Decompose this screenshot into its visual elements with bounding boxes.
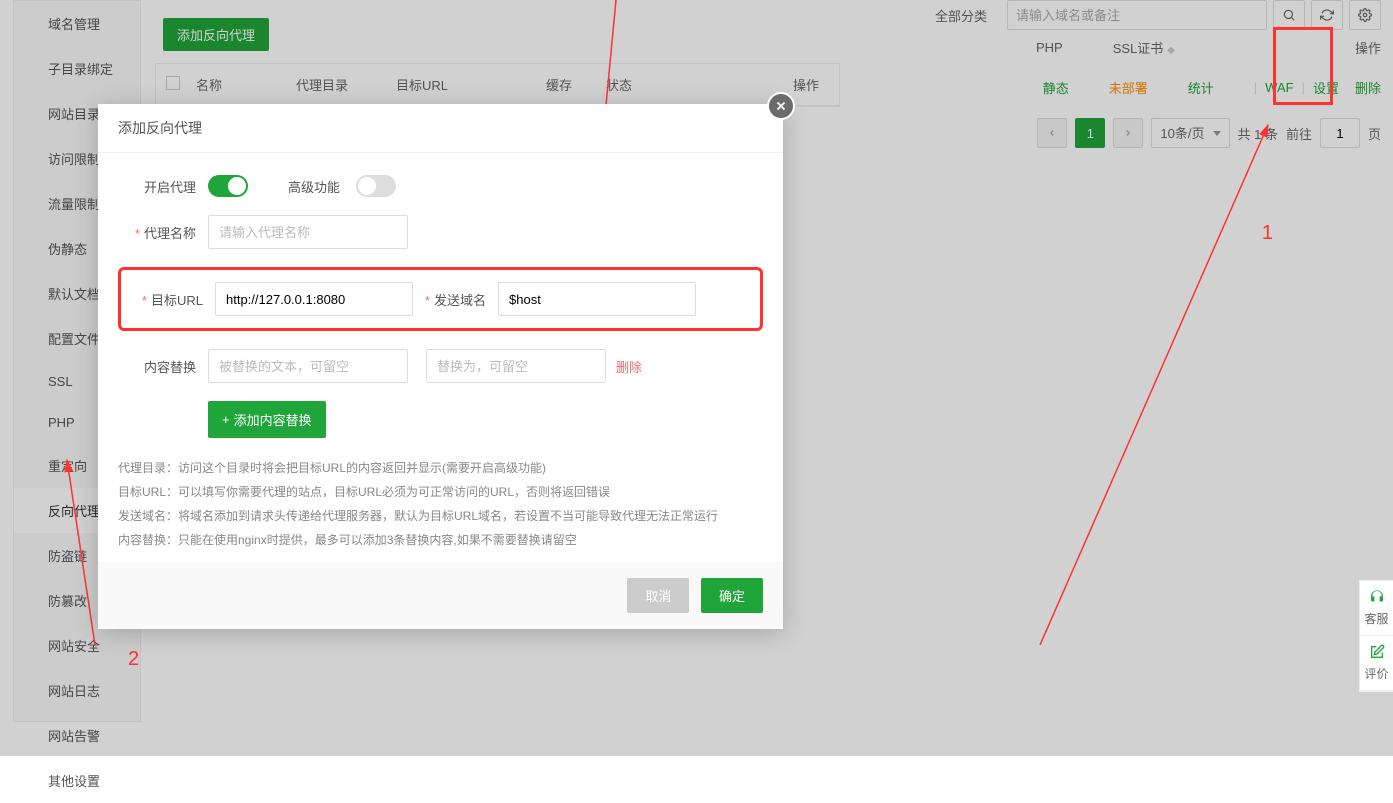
toggle-proxy[interactable] <box>208 175 248 197</box>
toggle-advanced[interactable] <box>356 175 396 197</box>
add-content-replace-button[interactable]: + 添加内容替换 <box>208 401 326 438</box>
sidebar-item-log[interactable]: 网站日志 <box>14 668 140 713</box>
col-target: 目标URL <box>396 75 546 94</box>
proxy-name-label: 代理名称 <box>118 223 208 242</box>
sidebar-item-security[interactable]: 网站安全 <box>14 623 140 668</box>
sidebar-item-alert[interactable]: 网站告警 <box>14 713 140 758</box>
proxy-name-input[interactable] <box>208 215 408 249</box>
col-dir: 代理目录 <box>296 75 396 94</box>
highlight-target-url: 目标URL 发送域名 <box>118 267 763 331</box>
add-proxy-dialog: 添加反向代理 开启代理 高级功能 代理名称 目标URL 发送域名 内容替换 <box>98 104 783 629</box>
sidebar-item-subdir[interactable]: 子目录绑定 <box>14 46 140 91</box>
col-status: 状态 <box>606 75 666 94</box>
cancel-button[interactable]: 取消 <box>627 578 689 613</box>
feedback-button[interactable]: 评价 <box>1360 636 1393 691</box>
dialog-title: 添加反向代理 <box>98 104 783 153</box>
col-cache: 缓存 <box>546 75 606 94</box>
confirm-button[interactable]: 确定 <box>701 578 763 613</box>
sidebar-item-other[interactable]: 其他设置 <box>14 758 140 803</box>
customer-service-button[interactable]: 客服 <box>1360 581 1393 636</box>
col-action: 操作 <box>666 75 829 94</box>
content-replace-label: 内容替换 <box>118 357 208 376</box>
col-name: 名称 <box>196 75 296 94</box>
side-widget: 客服 评价 <box>1359 580 1393 692</box>
target-url-input[interactable] <box>215 282 413 316</box>
delete-replace-link[interactable]: 删除 <box>616 357 642 376</box>
content-replace-to[interactable] <box>426 349 606 383</box>
send-domain-input[interactable] <box>498 282 696 316</box>
target-url-label: 目标URL <box>129 290 215 309</box>
edit-icon <box>1369 644 1385 660</box>
add-reverse-proxy-button[interactable]: 添加反向代理 <box>163 18 269 51</box>
close-button[interactable] <box>767 92 795 120</box>
help-text: 代理目录：访问这个目录时将会把目标URL的内容返回并显示(需要开启高级功能) 目… <box>118 456 763 552</box>
send-domain-label: 发送域名 <box>413 290 498 309</box>
close-icon <box>774 99 788 113</box>
content-replace-from[interactable] <box>208 349 408 383</box>
plus-icon: + <box>222 412 230 427</box>
toggle-proxy-label: 开启代理 <box>118 177 208 196</box>
headset-icon <box>1369 589 1385 605</box>
select-all-checkbox[interactable] <box>166 76 180 90</box>
toggle-adv-label: 高级功能 <box>288 177 340 196</box>
sidebar-item-domain[interactable]: 域名管理 <box>14 1 140 46</box>
